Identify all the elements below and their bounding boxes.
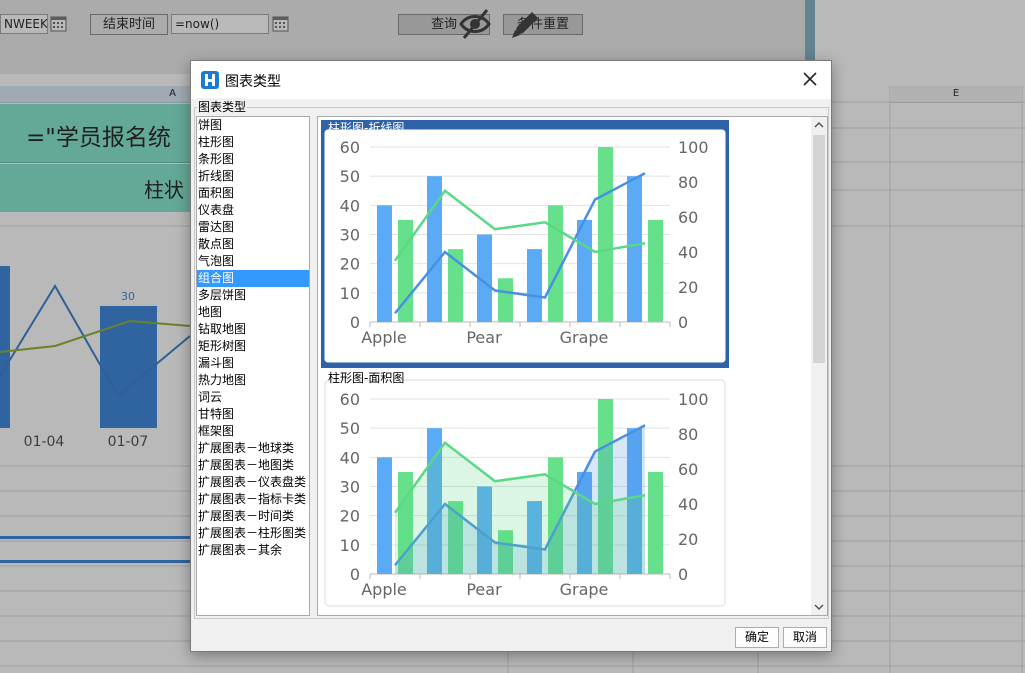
preview-title: 柱形图-折线图 bbox=[328, 121, 405, 135]
y-right-tick-label: 0 bbox=[678, 565, 688, 584]
chart-type-item[interactable]: 组合图 bbox=[197, 270, 309, 287]
chart-type-item[interactable]: 热力地图 bbox=[197, 372, 309, 389]
bar bbox=[548, 205, 563, 322]
scroll-down-icon[interactable] bbox=[814, 603, 824, 611]
chart-type-item[interactable]: 折线图 bbox=[197, 168, 309, 185]
chart-type-item[interactable]: 饼图 bbox=[197, 117, 309, 134]
x-tick-label: Grape bbox=[560, 328, 609, 347]
chart-type-item[interactable]: 漏斗图 bbox=[197, 355, 309, 372]
y-right-tick-label: 80 bbox=[678, 425, 698, 444]
bar bbox=[498, 278, 513, 322]
chart-type-item[interactable]: 扩展图表－指标卡类 bbox=[197, 491, 309, 508]
x-tick-label: Apple bbox=[361, 328, 407, 347]
bar bbox=[577, 219, 592, 322]
y-right-tick-label: 100 bbox=[678, 390, 709, 409]
chart-type-dialog: 图表类型 图表类型 饼图 柱形图 条形图 折线图 面积图 仪表盘 雷达图 散点图 气泡图 组合图多… bbox=[190, 60, 832, 652]
scroll-up-icon[interactable] bbox=[814, 121, 824, 129]
scrollbar-thumb[interactable] bbox=[813, 135, 825, 363]
chart-type-item[interactable]: 钻取地图 bbox=[197, 321, 309, 338]
chart-type-item[interactable]: 词云 bbox=[197, 389, 309, 406]
y-left-tick-label: 40 bbox=[340, 196, 360, 215]
y-left-tick-label: 40 bbox=[340, 448, 360, 467]
chart-type-list[interactable]: 饼图 柱形图 条形图 折线图 面积图 仪表盘 雷达图 散点图 气泡图 组合图 多层饼图 地图 钻取地图矩… bbox=[196, 116, 310, 616]
chart-type-item[interactable]: 框架图 bbox=[197, 423, 309, 440]
y-right-tick-label: 40 bbox=[678, 495, 698, 514]
chart-type-item[interactable]: 面积图 bbox=[197, 185, 309, 202]
y-right-tick-label: 0 bbox=[678, 313, 688, 332]
chart-type-item[interactable]: 多层饼图 bbox=[197, 287, 309, 304]
chart-preview-area[interactable]: 0 10 20 30 40 50 60 0 20 40 60 80 100 Apple Pear Grape … bbox=[317, 116, 828, 616]
dialog-title: 图表类型 bbox=[225, 74, 281, 90]
chart-type-item[interactable]: 雷达图 bbox=[197, 219, 309, 236]
chart-type-item[interactable]: 扩展图表－地图类 bbox=[197, 457, 309, 474]
chart-type-item[interactable]: 气泡图 bbox=[197, 253, 309, 270]
x-tick-label: Pear bbox=[466, 580, 502, 599]
y-left-tick-label: 20 bbox=[340, 507, 360, 526]
chart-type-item[interactable]: 矩形树图 bbox=[197, 338, 309, 355]
y-right-tick-label: 20 bbox=[678, 278, 698, 297]
chart-type-item[interactable]: 仪表盘 bbox=[197, 202, 309, 219]
group-label: 图表类型 bbox=[197, 98, 248, 115]
y-right-tick-label: 80 bbox=[678, 173, 698, 192]
chart-type-item[interactable]: 扩展图表－仪表盘类 bbox=[197, 474, 309, 491]
close-icon[interactable] bbox=[802, 71, 818, 87]
preview-chart-bar-area: 0 10 20 30 40 50 60 0 20 40 60 80 100 Apple Pear Grape bbox=[324, 379, 726, 607]
y-right-tick-label: 20 bbox=[678, 530, 698, 549]
bar bbox=[627, 176, 642, 322]
cancel-button[interactable]: 取消 bbox=[783, 627, 827, 648]
y-left-tick-label: 20 bbox=[340, 255, 360, 274]
chart-type-item[interactable]: 扩展图表－柱形图类 bbox=[197, 525, 309, 542]
x-tick-label: Apple bbox=[361, 580, 407, 599]
chart-type-item[interactable]: 甘特图 bbox=[197, 406, 309, 423]
y-left-tick-label: 50 bbox=[340, 419, 360, 438]
y-left-tick-label: 10 bbox=[340, 536, 360, 555]
bar bbox=[648, 219, 663, 322]
bar bbox=[648, 471, 663, 574]
y-right-tick-label: 60 bbox=[678, 208, 698, 227]
x-tick-label: Pear bbox=[466, 328, 502, 347]
y-right-tick-label: 60 bbox=[678, 460, 698, 479]
y-right-tick-label: 100 bbox=[678, 138, 709, 157]
chart-type-item[interactable]: 地图 bbox=[197, 304, 309, 321]
bar bbox=[377, 205, 392, 322]
y-left-tick-label: 0 bbox=[350, 565, 360, 584]
bar bbox=[598, 147, 613, 322]
scrollbar[interactable] bbox=[811, 117, 827, 615]
y-right-tick-label: 40 bbox=[678, 243, 698, 262]
bar bbox=[527, 249, 542, 322]
chart-type-item[interactable]: 柱形图 bbox=[197, 134, 309, 151]
app-logo-icon bbox=[201, 71, 219, 89]
preview-chart-bar-line: 0 10 20 30 40 50 60 0 20 40 60 80 100 Apple Pear Grape bbox=[321, 120, 729, 368]
chart-type-item[interactable]: 散点图 bbox=[197, 236, 309, 253]
y-left-tick-label: 30 bbox=[340, 226, 360, 245]
chart-type-item[interactable]: 扩展图表－地球类 bbox=[197, 440, 309, 457]
preview-title: 柱形图-面积图 bbox=[328, 371, 405, 385]
chart-type-item[interactable]: 扩展图表－时间类 bbox=[197, 508, 309, 525]
x-tick-label: Grape bbox=[560, 580, 609, 599]
chart-type-item[interactable]: 扩展图表－其余 bbox=[197, 542, 309, 559]
chart-type-item[interactable]: 条形图 bbox=[197, 151, 309, 168]
dialog-titlebar: 图表类型 bbox=[191, 61, 831, 99]
ok-button[interactable]: 确定 bbox=[735, 627, 779, 648]
y-left-tick-label: 30 bbox=[340, 478, 360, 497]
y-left-tick-label: 60 bbox=[340, 138, 360, 157]
y-left-tick-label: 0 bbox=[350, 313, 360, 332]
preview-card-bar-area[interactable]: 0 10 20 30 40 50 60 0 20 40 60 80 100 Apple Pear Grape … bbox=[320, 371, 730, 611]
preview-card-bar-line[interactable]: 0 10 20 30 40 50 60 0 20 40 60 80 100 Apple Pear Grape … bbox=[320, 119, 730, 369]
bar bbox=[377, 457, 392, 574]
y-left-tick-label: 50 bbox=[340, 167, 360, 186]
y-left-tick-label: 10 bbox=[340, 284, 360, 303]
y-left-tick-label: 60 bbox=[340, 390, 360, 409]
